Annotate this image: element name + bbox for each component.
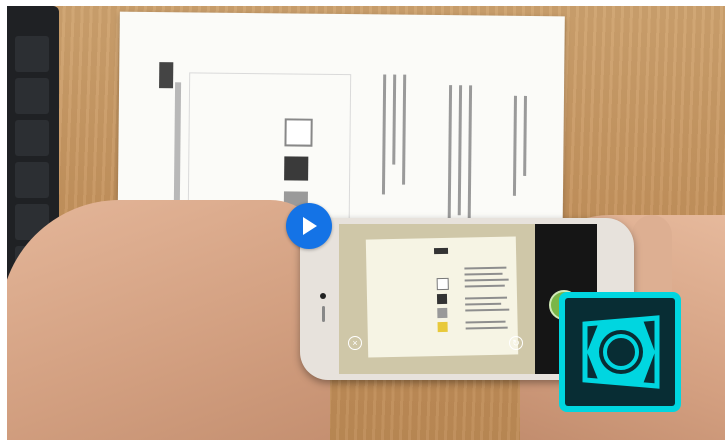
play-icon [303, 217, 317, 235]
scanned-document [365, 236, 519, 358]
play-button[interactable] [286, 203, 332, 249]
flip-icon[interactable]: ↻ [509, 336, 523, 350]
frame-border-bottom [0, 440, 725, 448]
close-icon[interactable]: × [348, 336, 362, 350]
camera-viewfinder: × ↻ [339, 224, 535, 374]
left-hand [0, 200, 330, 448]
video-frame[interactable]: × ↻ [0, 0, 725, 448]
scan-logo-icon [582, 315, 660, 389]
frame-border-left [0, 0, 7, 448]
frame-border-top [0, 0, 725, 6]
adobe-scan-logo [559, 292, 681, 412]
